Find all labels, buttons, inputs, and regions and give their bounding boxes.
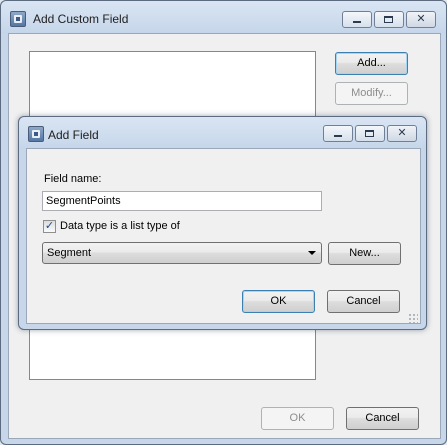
add-field-dialog: Add Field ✕ Field name: SegmentPoints ✓ …	[18, 116, 427, 330]
add-field-app-icon	[28, 126, 44, 142]
add-field-ok-button[interactable]: OK	[242, 290, 315, 313]
cancel-button[interactable]: Cancel	[346, 407, 419, 430]
maximize-button[interactable]	[374, 11, 404, 28]
minimize-button[interactable]	[342, 11, 372, 28]
list-type-checkbox-label: Data type is a list type of	[60, 220, 180, 232]
ok-button[interactable]: OK	[261, 407, 334, 430]
add-field-cancel-button[interactable]: Cancel	[327, 290, 400, 313]
window-title: Add Custom Field	[33, 12, 129, 26]
list-type-checkbox[interactable]: ✓	[43, 220, 56, 233]
minimize-icon	[353, 21, 361, 23]
field-name-input[interactable]: SegmentPoints	[42, 191, 322, 211]
new-type-button[interactable]: New...	[328, 242, 401, 265]
title-bar[interactable]: Add Custom Field ✕	[1, 1, 446, 33]
resize-grip-icon[interactable]	[408, 313, 418, 323]
close-icon: ✕	[416, 13, 426, 25]
minimize-icon	[334, 135, 342, 137]
add-button[interactable]: Add...	[335, 52, 408, 75]
add-field-title: Add Field	[48, 128, 99, 142]
list-type-combobox-value: Segment	[47, 247, 92, 259]
add-field-close-button[interactable]: ✕	[387, 125, 417, 142]
add-field-maximize-button[interactable]	[355, 125, 385, 142]
app-icon	[10, 11, 26, 27]
chevron-down-icon	[308, 251, 316, 255]
close-icon: ✕	[397, 127, 407, 139]
list-type-combobox[interactable]: Segment	[42, 242, 322, 264]
add-field-minimize-button[interactable]	[323, 125, 353, 142]
maximize-icon	[384, 16, 393, 23]
add-field-title-bar[interactable]: Add Field ✕	[19, 117, 426, 149]
modify-button[interactable]: Modify...	[335, 82, 408, 105]
maximize-icon	[365, 130, 374, 137]
field-name-label: Field name:	[44, 173, 102, 185]
close-button[interactable]: ✕	[406, 11, 436, 28]
